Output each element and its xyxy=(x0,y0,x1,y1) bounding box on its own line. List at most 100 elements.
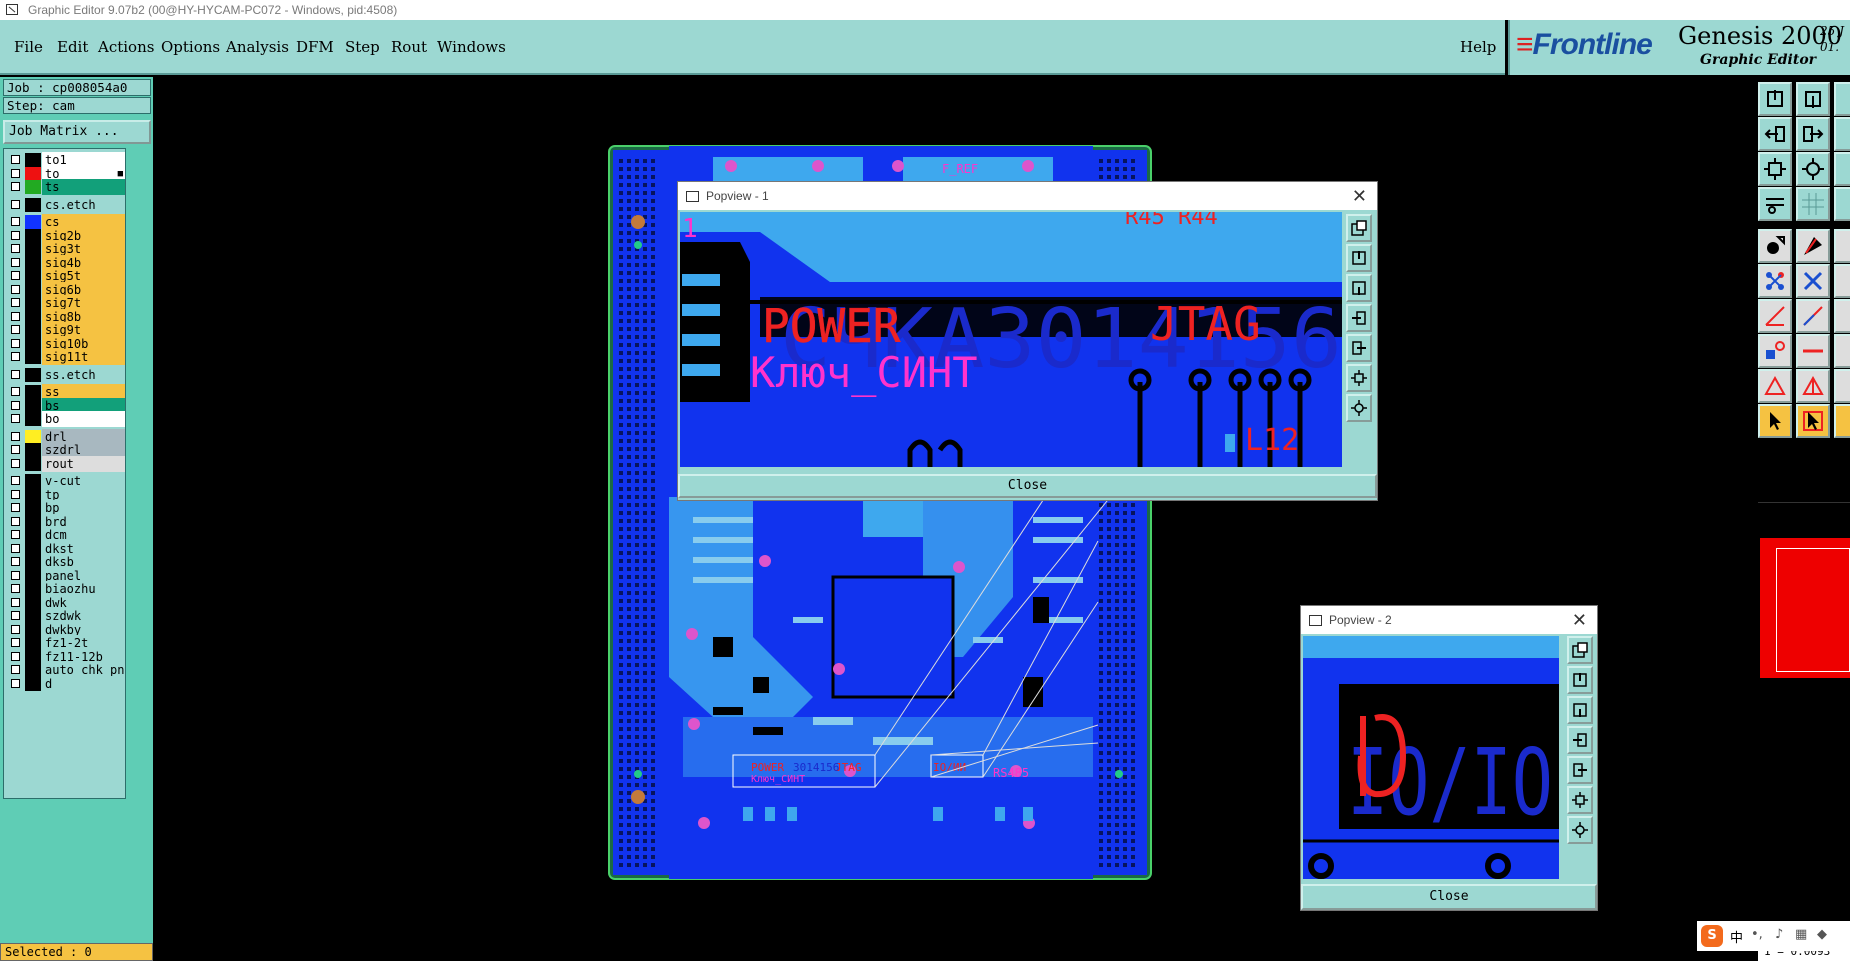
tool-fit-selection[interactable] xyxy=(1796,152,1830,186)
menu-dfm[interactable]: DFM xyxy=(296,38,334,56)
tool-pan-extra[interactable] xyxy=(1834,117,1850,151)
layer-checkbox[interactable] xyxy=(11,557,20,566)
layer-checkbox[interactable] xyxy=(11,503,20,512)
layer-row[interactable]: bo xyxy=(4,411,125,427)
popview-2-close-icon[interactable]: ✕ xyxy=(1572,606,1587,634)
tool-select-extra[interactable] xyxy=(1834,404,1850,438)
pv1-tool-right[interactable] xyxy=(1346,334,1372,362)
layer-checkbox[interactable] xyxy=(11,597,20,607)
layer-checkbox[interactable] xyxy=(11,665,20,674)
ime-mic-icon[interactable]: ♪ xyxy=(1775,927,1783,942)
tool-fit-extra[interactable] xyxy=(1834,152,1850,186)
tool-hline-extra[interactable] xyxy=(1834,334,1850,368)
layer-checkbox[interactable] xyxy=(11,651,20,661)
popview-1-titlebar[interactable]: Popview - 1 ✕ xyxy=(678,182,1377,210)
pv1-tool-fit[interactable] xyxy=(1346,364,1372,392)
layer-color-swatch[interactable] xyxy=(25,350,41,364)
layer-color-swatch[interactable] xyxy=(25,412,41,426)
layer-checkbox[interactable] xyxy=(11,199,20,209)
popview-2-canvas[interactable]: IO/IO xyxy=(1303,636,1559,879)
popview-1-canvas[interactable]: 1 R45 R44 СЧКА3014156 POWER Ключ_СИНТ JT… xyxy=(680,212,1342,467)
popview-2-window[interactable]: Popview - 2 ✕ IO/IO Close xyxy=(1300,605,1598,911)
layer-row[interactable]: d xyxy=(4,675,125,692)
layer-name[interactable]: rout xyxy=(42,455,125,472)
layer-checkbox[interactable] xyxy=(11,445,20,454)
layer-checkbox[interactable] xyxy=(11,311,20,321)
menu-windows[interactable]: Windows xyxy=(437,38,506,56)
pv1-tool-center[interactable] xyxy=(1346,394,1372,422)
tool-settings[interactable] xyxy=(1758,187,1792,221)
tool-select-pointer-red[interactable] xyxy=(1796,404,1830,438)
layer-checkbox[interactable] xyxy=(11,244,20,253)
tool-zoom-home[interactable] xyxy=(1758,82,1792,116)
layer-name[interactable]: bo xyxy=(42,411,125,427)
layer-checkbox[interactable] xyxy=(11,387,20,396)
menu-rout[interactable]: Rout xyxy=(391,38,427,56)
tool-snap-extra[interactable] xyxy=(1834,229,1850,263)
layer-checkbox[interactable] xyxy=(11,678,20,688)
layer-checkbox[interactable] xyxy=(11,400,20,410)
tool-pan-right[interactable] xyxy=(1834,82,1850,116)
layer-checkbox[interactable] xyxy=(11,230,20,240)
layer-name[interactable]: ss.etch xyxy=(42,366,125,383)
layer-checkbox[interactable] xyxy=(11,414,20,423)
pv2-tool-up[interactable] xyxy=(1567,666,1593,694)
pv2-tool-right[interactable] xyxy=(1567,756,1593,784)
job-matrix-button[interactable]: Job Matrix ... xyxy=(3,120,151,144)
layer-row[interactable]: cs.etch xyxy=(4,196,125,213)
layer-checkbox[interactable] xyxy=(11,611,20,620)
layer-checkbox[interactable] xyxy=(11,284,20,294)
popview-1-close-button[interactable]: Close xyxy=(678,474,1377,498)
tool-snap[interactable] xyxy=(1758,229,1792,263)
mini-overview[interactable] xyxy=(1758,502,1850,683)
layer-name[interactable]: ts xyxy=(42,179,125,195)
layer-checkbox[interactable] xyxy=(11,257,20,267)
layer-checkbox[interactable] xyxy=(11,352,20,361)
menu-step[interactable]: Step xyxy=(345,38,380,56)
pv1-tool-up[interactable] xyxy=(1346,244,1372,272)
layer-checkbox[interactable] xyxy=(11,325,20,334)
ime-toolbar[interactable]: S 中 •, ♪ ▦ ◆ xyxy=(1697,921,1850,951)
menu-actions[interactable]: Actions xyxy=(98,38,154,56)
tool-triangle-alt[interactable] xyxy=(1796,369,1830,403)
tool-hline[interactable] xyxy=(1796,334,1830,368)
menu-analysis[interactable]: Analysis xyxy=(226,38,289,56)
tool-cross-extra[interactable] xyxy=(1834,264,1850,298)
pv1-tool-zoom[interactable] xyxy=(1346,214,1372,242)
layer-checkbox[interactable] xyxy=(11,476,20,485)
layer-row[interactable]: rout xyxy=(4,455,125,472)
pv2-tool-fit[interactable] xyxy=(1567,786,1593,814)
ime-mode[interactable]: 中 xyxy=(1730,927,1743,946)
popview-1-window[interactable]: Popview - 1 ✕ 1 R45 R44 СЧКА3014156 POWE… xyxy=(677,181,1378,501)
ime-punct-icon[interactable]: •, xyxy=(1751,927,1763,942)
tool-grid[interactable] xyxy=(1796,187,1830,221)
layer-name[interactable]: d xyxy=(42,675,125,692)
tool-triangle[interactable] xyxy=(1758,369,1792,403)
layer-color-swatch[interactable] xyxy=(25,180,41,194)
layer-name[interactable]: cs.etch xyxy=(42,196,125,213)
ime-keyboard-icon[interactable]: ▦ xyxy=(1795,927,1807,942)
layer-checkbox[interactable] xyxy=(11,271,20,280)
layer-row[interactable]: sig11t xyxy=(4,349,125,365)
layer-checkbox[interactable] xyxy=(11,489,20,499)
layer-checkbox[interactable] xyxy=(11,369,20,379)
layer-checkbox[interactable] xyxy=(11,217,20,226)
tool-fit-all[interactable] xyxy=(1758,152,1792,186)
tool-pad[interactable] xyxy=(1758,334,1792,368)
popview-2-titlebar[interactable]: Popview - 2 ✕ xyxy=(1301,606,1597,634)
pv2-tool-down[interactable] xyxy=(1567,696,1593,724)
menu-help[interactable]: Help xyxy=(1460,38,1496,56)
layer-color-swatch[interactable] xyxy=(25,367,41,382)
tool-triangle-extra[interactable] xyxy=(1834,369,1850,403)
tool-network[interactable] xyxy=(1758,264,1792,298)
tool-grid-extra[interactable] xyxy=(1834,187,1850,221)
mini-overview-viewport[interactable] xyxy=(1776,548,1850,672)
tool-angle[interactable] xyxy=(1758,299,1792,333)
tool-pan-center[interactable] xyxy=(1796,117,1830,151)
layer-checkbox[interactable] xyxy=(11,338,20,348)
layer-checkbox[interactable] xyxy=(11,584,20,593)
popview-2-close-button[interactable]: Close xyxy=(1301,884,1597,910)
tool-select-pointer[interactable] xyxy=(1758,404,1792,438)
layer-row[interactable]: ts xyxy=(4,179,125,195)
sogou-icon[interactable]: S xyxy=(1701,925,1723,947)
